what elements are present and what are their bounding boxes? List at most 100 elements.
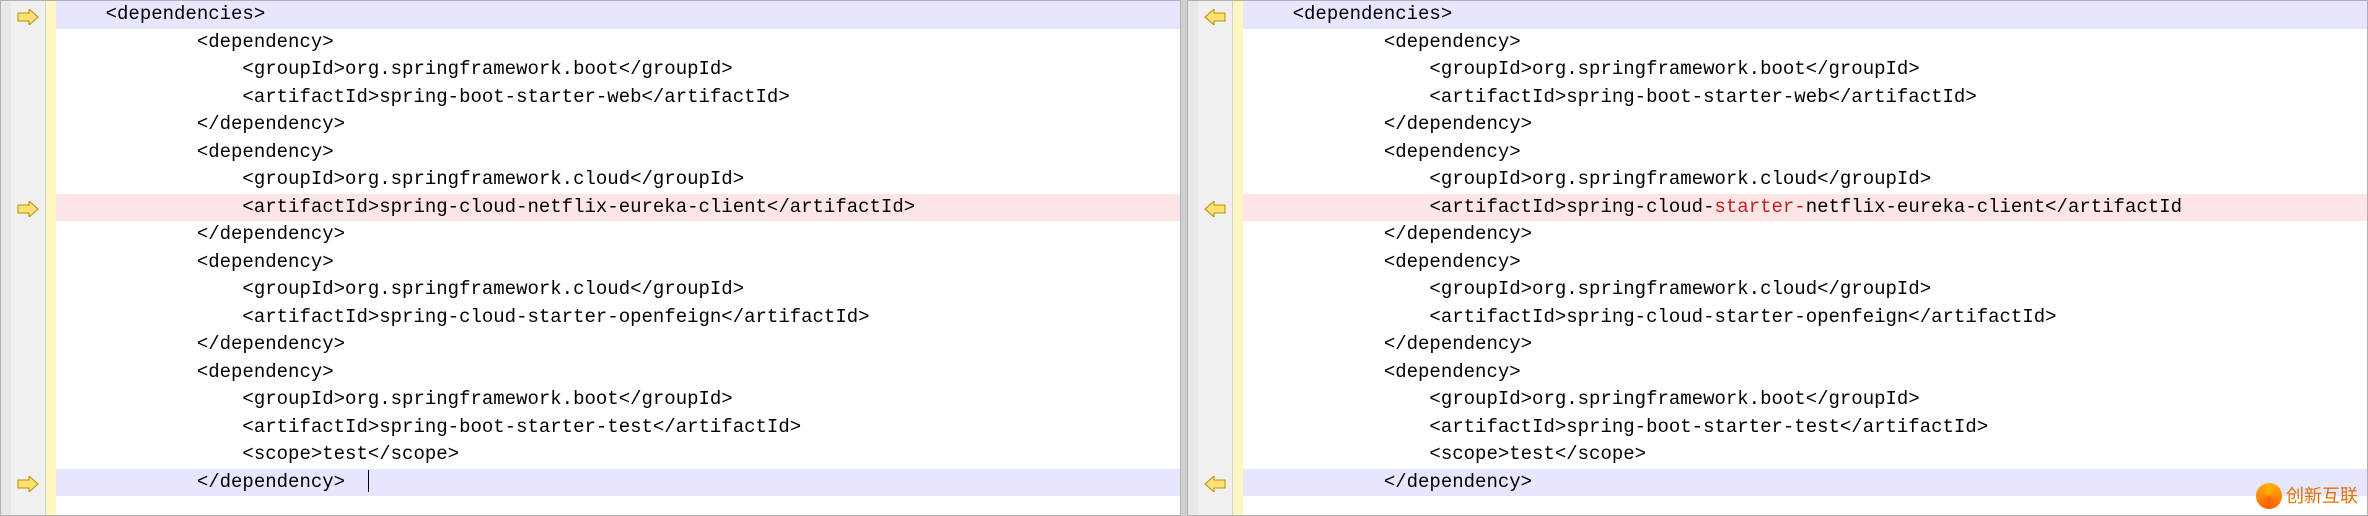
watermark-logo-icon — [2256, 483, 2282, 509]
code-line[interactable]: <groupId>org.springframework.boot</group… — [56, 56, 1180, 84]
code-line[interactable]: <dependency> — [56, 249, 1180, 277]
code-line[interactable]: <artifactId>spring-boot-starter-web</art… — [56, 84, 1180, 112]
code-line[interactable]: <dependency> — [1243, 29, 2367, 57]
gutter-row[interactable] — [11, 304, 45, 332]
diff-arrow-left-icon[interactable] — [1204, 7, 1226, 23]
change-bar-cell — [46, 304, 56, 332]
gutter-row[interactable] — [1198, 304, 1232, 332]
gutter-row[interactable] — [11, 276, 45, 304]
code-line[interactable]: <groupId>org.springframework.cloud</grou… — [56, 166, 1180, 194]
code-line[interactable]: <groupId>org.springframework.cloud</grou… — [56, 276, 1180, 304]
diff-arrow-right-icon[interactable] — [17, 474, 39, 490]
code-line[interactable]: </dependency> — [1243, 221, 2367, 249]
gutter-row[interactable] — [1198, 249, 1232, 277]
change-bar-cell — [46, 1, 56, 29]
code-line[interactable]: </dependency> — [56, 221, 1180, 249]
gutter-row[interactable] — [1198, 331, 1232, 359]
gutter-row[interactable] — [11, 84, 45, 112]
code-area-right[interactable]: <dependencies> <dependency> <groupId>org… — [1243, 1, 2367, 515]
diff-arrow-left-icon[interactable] — [1204, 199, 1226, 215]
gutter-row[interactable] — [1198, 139, 1232, 167]
code-line[interactable]: <artifactId>spring-cloud-starter-netflix… — [1243, 194, 2367, 222]
gutter-row[interactable] — [1198, 166, 1232, 194]
gutter-row[interactable] — [11, 29, 45, 57]
diff-pane-left[interactable]: <dependencies> <dependency> <groupId>org… — [0, 0, 1181, 516]
gutter-row[interactable] — [11, 386, 45, 414]
code-line[interactable]: <groupId>org.springframework.cloud</grou… — [1243, 166, 2367, 194]
change-bar-cell — [1233, 386, 1243, 414]
gutter-row[interactable] — [11, 139, 45, 167]
change-bar-cell — [1233, 111, 1243, 139]
change-bar-cell — [46, 111, 56, 139]
code-line[interactable]: <artifactId>spring-boot-starter-test</ar… — [1243, 414, 2367, 442]
code-line[interactable]: <groupId>org.springframework.boot</group… — [56, 386, 1180, 414]
diff-arrow-left-icon[interactable] — [1204, 474, 1226, 490]
gutter-row[interactable] — [11, 166, 45, 194]
gutter-row[interactable] — [1198, 276, 1232, 304]
gutter-row[interactable] — [1198, 56, 1232, 84]
gutter-row[interactable] — [1198, 469, 1232, 497]
gutter-row[interactable] — [1198, 194, 1232, 222]
code-line[interactable]: <scope>test</scope> — [1243, 441, 2367, 469]
gutter-row[interactable] — [11, 56, 45, 84]
gutter-row[interactable] — [11, 469, 45, 497]
change-bar-cell — [46, 56, 56, 84]
code-area-left[interactable]: <dependencies> <dependency> <groupId>org… — [56, 1, 1180, 515]
code-line[interactable]: <artifactId>spring-cloud-starter-openfei… — [56, 304, 1180, 332]
gutter-row[interactable] — [1198, 414, 1232, 442]
code-line[interactable]: </dependency> — [56, 111, 1180, 139]
code-line[interactable]: <dependency> — [1243, 249, 2367, 277]
gutter-row[interactable] — [11, 441, 45, 469]
code-line[interactable]: <groupId>org.springframework.boot</group… — [1243, 386, 2367, 414]
gutter-row[interactable] — [11, 1, 45, 29]
code-line[interactable]: <artifactId>spring-boot-starter-web</art… — [1243, 84, 2367, 112]
code-line[interactable]: <dependency> — [56, 139, 1180, 167]
diff-arrow-right-icon[interactable] — [17, 199, 39, 215]
code-line[interactable]: <dependency> — [56, 359, 1180, 387]
code-line[interactable]: <dependencies> — [56, 1, 1180, 29]
change-bar-cell — [1233, 469, 1243, 497]
change-bar-cell — [1233, 139, 1243, 167]
gutter-row[interactable] — [1198, 386, 1232, 414]
code-line[interactable]: <dependency> — [56, 29, 1180, 57]
code-line[interactable]: </dependency> — [56, 469, 1180, 497]
diff-arrow-right-icon[interactable] — [17, 7, 39, 23]
change-bar-cell — [46, 331, 56, 359]
code-line[interactable]: </dependency> — [1243, 111, 2367, 139]
code-line[interactable]: </dependency> — [1243, 469, 2367, 497]
gutter-row[interactable] — [11, 249, 45, 277]
gutter-row[interactable] — [11, 414, 45, 442]
change-bar-cell — [1233, 304, 1243, 332]
code-line[interactable]: <artifactId>spring-boot-starter-test</ar… — [56, 414, 1180, 442]
code-line[interactable]: </dependency> — [56, 331, 1180, 359]
gutter-row[interactable] — [11, 111, 45, 139]
gutter-row[interactable] — [11, 194, 45, 222]
code-line[interactable]: </dependency> — [1243, 331, 2367, 359]
gutter-row[interactable] — [1198, 221, 1232, 249]
code-line[interactable]: <dependencies> — [1243, 1, 2367, 29]
code-line[interactable]: <scope>test</scope> — [56, 441, 1180, 469]
code-line[interactable]: <dependency> — [1243, 139, 2367, 167]
diff-added-text: starter- — [1714, 196, 1805, 218]
change-bar-cell — [1233, 331, 1243, 359]
change-bar-cell — [46, 166, 56, 194]
code-text: <artifactId>spring-cloud- — [1429, 196, 1714, 218]
gutter-row[interactable] — [1198, 84, 1232, 112]
gutter-row[interactable] — [11, 331, 45, 359]
gutter-row[interactable] — [1198, 441, 1232, 469]
code-line[interactable]: <groupId>org.springframework.boot</group… — [1243, 56, 2367, 84]
gutter-row[interactable] — [11, 221, 45, 249]
change-bar-cell — [1233, 441, 1243, 469]
gutter-row[interactable] — [1198, 29, 1232, 57]
code-line[interactable]: <groupId>org.springframework.cloud</grou… — [1243, 276, 2367, 304]
code-line[interactable]: <dependency> — [1243, 359, 2367, 387]
code-line[interactable]: <artifactId>spring-cloud-starter-openfei… — [1243, 304, 2367, 332]
gutter-row[interactable] — [1198, 359, 1232, 387]
change-bar-cell — [46, 441, 56, 469]
diff-pane-right[interactable]: <dependencies> <dependency> <groupId>org… — [1187, 0, 2368, 516]
gutter-row[interactable] — [1198, 111, 1232, 139]
gutter-row[interactable] — [11, 359, 45, 387]
gutter-row[interactable] — [1198, 1, 1232, 29]
change-bar-left — [46, 1, 56, 515]
code-line[interactable]: <artifactId>spring-cloud-netflix-eureka-… — [56, 194, 1180, 222]
